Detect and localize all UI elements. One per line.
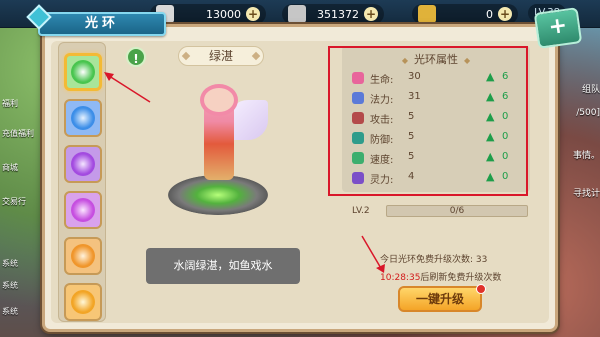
aura-slot-6[interactable] [64, 283, 102, 321]
aura-slot-4[interactable] [64, 191, 102, 229]
refresh-suffix: 后刷新免费升级次数 [420, 273, 502, 283]
yuanbao-icon [418, 5, 436, 23]
panel-title: 光环 [38, 12, 166, 36]
background-quest-text: 事情。 [572, 151, 600, 161]
aura-slot-2[interactable] [64, 99, 102, 137]
violet-aura-icon [71, 198, 95, 222]
annotation-highlight-box [328, 46, 528, 196]
gold-ingot-icon [288, 5, 306, 23]
ingot-value: 0 [486, 7, 493, 21]
one-click-upgrade-button[interactable]: 一键升级 [398, 286, 482, 312]
character-preview [140, 70, 290, 230]
refresh-timer-line: 10:28:35后刷新免费升级次数 [380, 270, 501, 283]
side-item-system-3: 系统 [2, 307, 18, 316]
background-count-text: /500] [576, 108, 600, 118]
aura-list [58, 42, 106, 322]
silver-counter[interactable]: 13000 + [150, 4, 266, 24]
add-silver-button[interactable]: + [246, 7, 260, 21]
purple-aura-icon [71, 152, 95, 176]
aura-description: 水阔绿湛，如鱼戏水 [146, 248, 300, 284]
background-team-text: 组队 [581, 85, 600, 95]
blue-aura-icon [71, 106, 95, 130]
gold-value: 351372 [317, 7, 359, 21]
aura-level: LV.2 [352, 206, 370, 216]
side-item-welfare: 福利 [2, 99, 18, 108]
add-gold-button[interactable]: + [364, 7, 378, 21]
aura-platform [168, 175, 268, 215]
gold-aura-icon [71, 290, 95, 314]
aura-slot-5[interactable] [64, 237, 102, 275]
background-search-text: 寻找计 [572, 189, 600, 199]
free-upgrade-count: 今日光环免费升级次数: 33 [380, 255, 488, 265]
side-item-shop: 商城 [2, 163, 18, 172]
aura-name: 绿湛 [178, 46, 264, 66]
notification-dot [476, 284, 486, 294]
upgrade-progress-text: 0/6 [449, 206, 465, 216]
aura-slot-3[interactable] [64, 145, 102, 183]
side-item-system-1: 系统 [2, 259, 18, 268]
add-ingot-button[interactable]: + [498, 7, 512, 21]
info-button[interactable]: ! [126, 47, 146, 67]
silver-value: 13000 [206, 7, 241, 21]
ingot-counter[interactable]: 0 + [412, 4, 518, 24]
gold-counter[interactable]: 351372 + [282, 4, 384, 24]
side-item-recharge-welfare: 充值福利 [2, 129, 34, 138]
orange-aura-icon [71, 244, 95, 268]
background-side-menu: 福利 充值福利 商城 交易行 系统 系统 系统 [0, 50, 42, 330]
close-button[interactable]: + [533, 7, 583, 49]
upgrade-progress-bar: 0/6 [386, 205, 528, 217]
side-item-trading: 交易行 [2, 197, 26, 206]
refresh-timer: 10:28:35 [380, 273, 421, 283]
side-item-system-2: 系统 [2, 281, 18, 290]
character-head [200, 84, 238, 116]
aura-slot-1[interactable] [64, 53, 102, 91]
green-aura-icon [71, 60, 95, 84]
